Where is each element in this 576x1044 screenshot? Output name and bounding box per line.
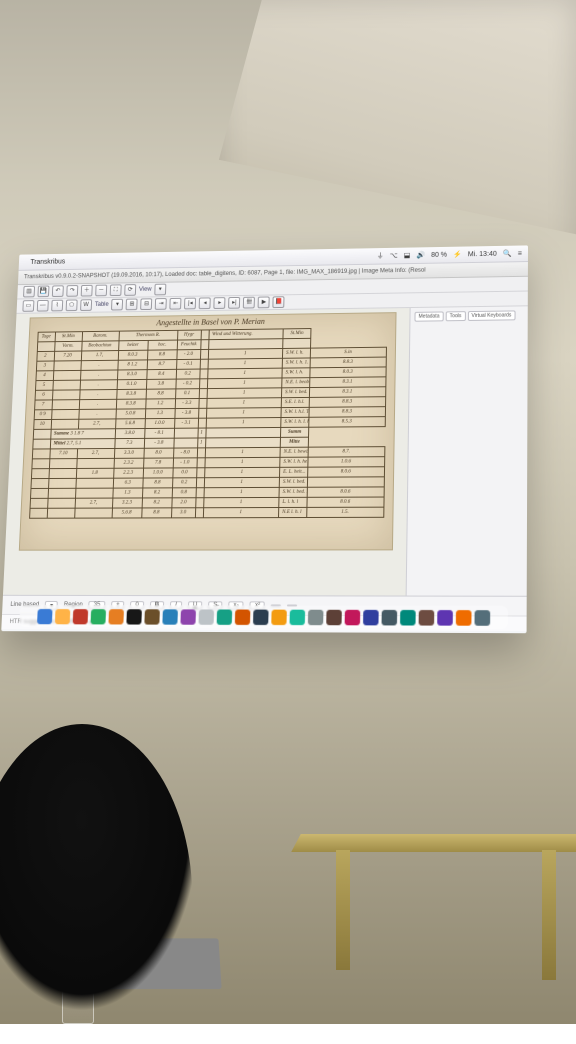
dock-app-24[interactable] <box>474 610 490 626</box>
nav-first-icon[interactable]: |◂ <box>184 298 196 310</box>
document-canvas[interactable]: Angestellte in Basel von P. Merian Tage … <box>3 308 410 596</box>
nav-last-icon[interactable]: ▸| <box>228 297 240 309</box>
github-icon[interactable]: ⌥ <box>390 252 398 260</box>
dock-app-6[interactable] <box>144 609 160 624</box>
line-tool-icon[interactable]: ― <box>37 300 49 312</box>
chevron-down-icon[interactable]: ▾ <box>154 284 166 296</box>
add-row-icon[interactable]: ⊞ <box>126 299 138 311</box>
dock-app-16[interactable] <box>326 609 342 624</box>
structure-icon[interactable]: 卌 <box>243 297 255 309</box>
dock-app-1[interactable] <box>54 609 69 624</box>
zoom-in-icon[interactable]: ＋ <box>81 285 93 297</box>
dock-app-18[interactable] <box>363 609 379 625</box>
historical-document[interactable]: Angestellte in Basel von P. Merian Tage … <box>18 312 396 551</box>
dock-app-12[interactable] <box>253 609 269 624</box>
document-table: Tage St.Min Barom. Thermom R. Hygr Wind … <box>29 327 387 519</box>
open-icon[interactable]: ▥ <box>23 286 35 298</box>
spotlight-icon[interactable]: 🔍 <box>503 250 512 258</box>
macos-dock <box>19 605 508 629</box>
undo-icon[interactable]: ↶ <box>52 285 64 297</box>
dock-app-23[interactable] <box>455 610 471 626</box>
baseline-tool-icon[interactable]: ⌇ <box>51 300 63 312</box>
save-icon[interactable]: 💾 <box>37 286 49 298</box>
dock-app-4[interactable] <box>108 609 124 624</box>
nav-prev-icon[interactable]: ◂ <box>199 297 211 309</box>
merge-icon[interactable]: ⇤ <box>170 298 182 310</box>
table-dropdown[interactable]: Table <box>95 302 109 308</box>
volume-icon[interactable]: 🔊 <box>416 251 425 259</box>
dock-app-0[interactable] <box>37 609 52 624</box>
dock-app-13[interactable] <box>271 609 287 624</box>
main-area: Angestellte in Basel von P. Merian Tage … <box>3 306 528 595</box>
dropbox-icon[interactable]: ⬓ <box>404 251 411 259</box>
clock[interactable]: Mi. 13:40 <box>468 250 497 257</box>
dock-app-3[interactable] <box>90 609 106 624</box>
person-silhouette <box>0 724 220 1044</box>
zoom-out-icon[interactable]: － <box>95 285 107 297</box>
rotate-icon[interactable]: ⟳ <box>124 284 136 296</box>
dock-app-19[interactable] <box>381 609 397 625</box>
side-panel: Metadata Tools Virtual Keyboards <box>406 306 528 595</box>
dock-app-5[interactable] <box>126 609 142 624</box>
ceiling-panel <box>219 0 576 266</box>
polygon-tool-icon[interactable]: ⬠ <box>66 299 78 311</box>
tab-metadata[interactable]: Metadata <box>414 311 443 321</box>
dock-app-21[interactable] <box>418 609 434 625</box>
run-icon[interactable]: ▶ <box>258 296 270 308</box>
split-icon[interactable]: ⇥ <box>155 298 167 310</box>
app-menu[interactable]: Transkribus <box>30 258 65 265</box>
nav-next-icon[interactable]: ▸ <box>214 297 226 309</box>
dock-app-14[interactable] <box>289 609 305 624</box>
dock-app-7[interactable] <box>162 609 178 624</box>
region-tool-icon[interactable]: ▭ <box>22 300 34 312</box>
dock-app-15[interactable] <box>307 609 323 624</box>
dock-app-17[interactable] <box>344 609 360 625</box>
dock-app-22[interactable] <box>437 610 453 626</box>
fit-icon[interactable]: ⛶ <box>110 284 122 296</box>
dock-app-10[interactable] <box>216 609 232 624</box>
book-icon[interactable]: 📕 <box>273 296 285 308</box>
chevron-down-icon[interactable]: ▾ <box>111 299 123 311</box>
dock-app-9[interactable] <box>198 609 214 624</box>
table-row[interactable]: 5.6.88.8 3.01N.E l. h. l1.5. <box>29 507 383 518</box>
dock-app-11[interactable] <box>234 609 250 624</box>
dock-app-2[interactable] <box>72 609 88 624</box>
wifi-icon[interactable]: ⏚ <box>377 251 384 261</box>
dock-app-8[interactable] <box>180 609 196 624</box>
add-col-icon[interactable]: ⊟ <box>140 298 152 310</box>
battery-status[interactable]: 80 % <box>431 251 447 258</box>
view-dropdown[interactable]: View <box>139 287 152 293</box>
charging-icon: ⚡ <box>453 251 462 259</box>
tab-virtual-keyboards[interactable]: Virtual Keyboards <box>467 310 515 321</box>
tab-tools[interactable]: Tools <box>446 311 466 321</box>
side-panel-tabs: Metadata Tools Virtual Keyboards <box>414 310 523 321</box>
menubar-status-area: ⏚ ⌥ ⬓ 🔊 80 % ⚡ Mi. 13:40 🔍 ≡ <box>377 248 522 260</box>
dock-app-20[interactable] <box>400 609 416 625</box>
wooden-desk <box>296 774 576 984</box>
notifications-icon[interactable]: ≡ <box>518 250 522 257</box>
projected-screen: Transkribus ⏚ ⌥ ⬓ 🔊 80 % ⚡ Mi. 13:40 🔍 ≡… <box>1 245 528 633</box>
room-background: Transkribus ⏚ ⌥ ⬓ 🔊 80 % ⚡ Mi. 13:40 🔍 ≡… <box>0 0 576 1024</box>
word-tool-icon[interactable]: W <box>80 299 92 311</box>
redo-icon[interactable]: ↷ <box>66 285 78 297</box>
